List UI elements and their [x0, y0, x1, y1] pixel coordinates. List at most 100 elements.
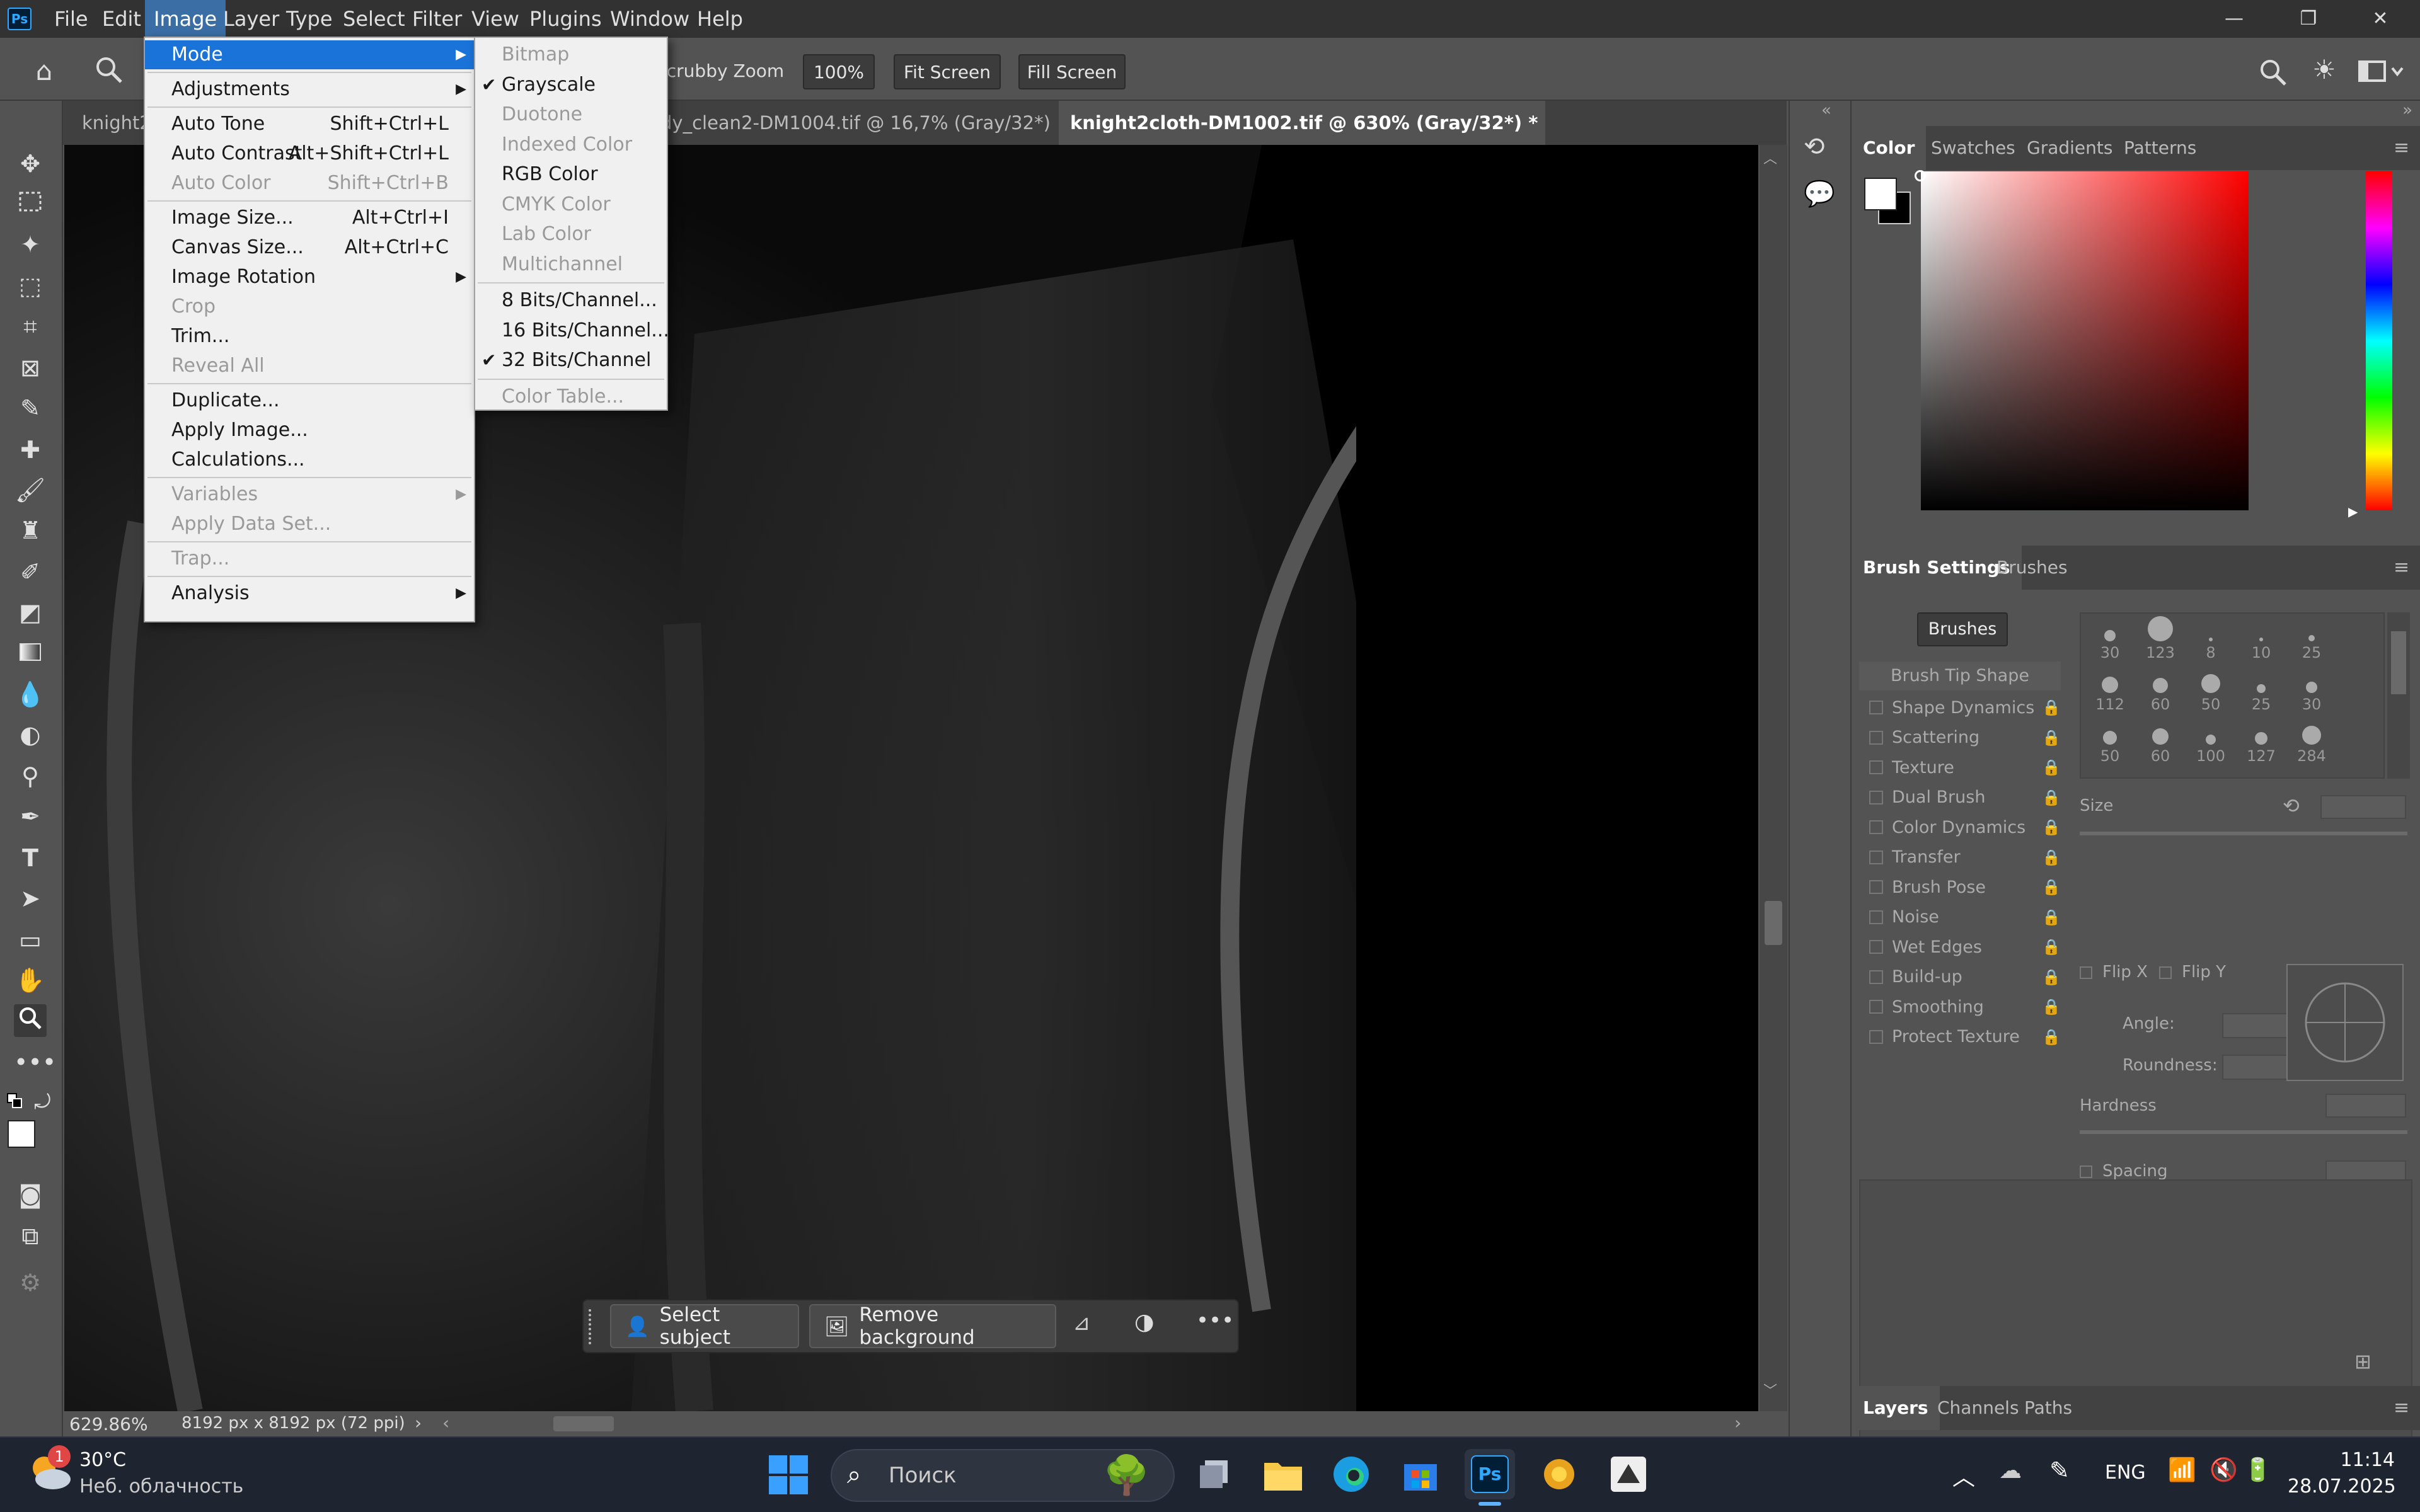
brush-preset[interactable]: 112: [2085, 668, 2135, 718]
tab-color[interactable]: Color: [1852, 126, 1927, 170]
select-subject-button[interactable]: 👤 Select subject: [610, 1303, 799, 1349]
zoom-readout[interactable]: 629.86%: [69, 1414, 148, 1435]
tab-swatches[interactable]: Swatches: [1920, 126, 2027, 170]
brush-preset[interactable]: 25: [2236, 668, 2286, 718]
app-sun-icon[interactable]: [1534, 1449, 1584, 1499]
home-icon[interactable]: ⌂: [25, 55, 63, 87]
lock-icon[interactable]: 🔒: [2042, 1028, 2061, 1046]
brush-option-checkbox[interactable]: [1869, 970, 1883, 984]
brush-option-row[interactable]: Transfer 🔒: [1859, 843, 2061, 872]
pen-input-icon[interactable]: ✎: [2049, 1457, 2070, 1484]
menu-image[interactable]: Image: [145, 0, 226, 38]
minimize-button[interactable]: —: [2199, 0, 2269, 38]
image-menu-item[interactable]: Duplicate...: [145, 386, 474, 415]
expand-panels-icon[interactable]: «: [1821, 101, 1831, 120]
brush-presets-scrollbar[interactable]: [2387, 612, 2410, 779]
brush-option-checkbox[interactable]: [1869, 820, 1883, 834]
edit-toolbar-icon[interactable]: ⚙: [14, 1266, 47, 1299]
image-menu-item[interactable]: Image Rotation ▶: [145, 263, 474, 292]
drag-handle-icon[interactable]: [589, 1309, 595, 1344]
volume-muted-icon[interactable]: 🔇: [2210, 1457, 2238, 1483]
gradient-tool-icon[interactable]: [14, 638, 47, 670]
brush-preset[interactable]: 60: [2135, 719, 2186, 770]
dodge-burn-icon[interactable]: ⚲: [14, 760, 47, 793]
brush-option-row[interactable]: Shape Dynamics 🔒: [1859, 693, 2061, 722]
brush-option-checkbox[interactable]: [1869, 760, 1883, 774]
scroll-right-icon[interactable]: ›: [1734, 1412, 1741, 1433]
tab-brushes[interactable]: Brushes: [1985, 546, 2079, 590]
status-menu-chevron-icon[interactable]: ›: [415, 1412, 422, 1433]
brush-preset[interactable]: 100: [2186, 719, 2236, 770]
brush-option-checkbox[interactable]: [1869, 850, 1883, 864]
quick-selection-icon[interactable]: ⬚: [14, 270, 47, 302]
mode-menu-item[interactable]: RGB Color: [475, 160, 667, 189]
reset-size-icon[interactable]: ⟲: [2283, 794, 2300, 818]
eraser-tool-icon[interactable]: ◩: [14, 596, 47, 629]
horizontal-scrollbar-thumb[interactable]: [553, 1416, 614, 1431]
panel-menu-icon[interactable]: ≡: [2382, 126, 2420, 170]
brush-option-row[interactable]: Noise 🔒: [1859, 903, 2061, 932]
lock-icon[interactable]: 🔒: [2042, 789, 2061, 806]
tab-paths[interactable]: Paths: [2013, 1386, 2083, 1430]
flip-x-checkbox[interactable]: [2080, 966, 2092, 979]
collapse-panels-icon[interactable]: »: [2402, 101, 2412, 120]
brush-preset[interactable]: 8: [2186, 616, 2236, 667]
menu-filter[interactable]: Filter: [403, 0, 471, 38]
more-tools-icon[interactable]: •••: [14, 1046, 56, 1079]
show-hidden-icons-chevron[interactable]: ︿: [1952, 1459, 1975, 1492]
workspace-icon[interactable]: [2357, 58, 2407, 86]
scrollbar-thumb[interactable]: [2391, 631, 2406, 694]
tab-knight2cloth[interactable]: knight2cloth-DM1002.tif @ 630% (Gray/32*…: [1059, 101, 1545, 145]
microsoft-store-icon[interactable]: [1395, 1449, 1446, 1499]
create-new-brush-icon[interactable]: ⊞: [2354, 1349, 2371, 1373]
pen-tool-icon[interactable]: ✒: [14, 800, 47, 833]
menu-view[interactable]: View: [463, 0, 528, 38]
size-slider[interactable]: [2080, 832, 2407, 835]
color-picker-handle[interactable]: [1915, 170, 1926, 181]
brush-option-checkbox[interactable]: [1869, 940, 1883, 954]
brush-option-row[interactable]: Smoothing 🔒: [1859, 992, 2061, 1021]
brush-option-row[interactable]: Wet Edges 🔒: [1859, 932, 2061, 961]
remove-background-button[interactable]: 🖼 Remove background: [809, 1303, 1056, 1349]
hardness-input[interactable]: [2325, 1094, 2406, 1118]
history-brush-icon[interactable]: ✐: [14, 556, 47, 588]
crop-tool-icon[interactable]: ⌗: [14, 310, 47, 343]
brush-preset[interactable]: 10: [2236, 616, 2286, 667]
image-menu-item[interactable]: Auto Contrast Alt+Shift+Ctrl+L: [145, 139, 474, 168]
menu-edit[interactable]: Edit: [93, 0, 150, 38]
hand-tool-icon[interactable]: ✋: [14, 964, 47, 997]
photoshop-taskbar-icon[interactable]: Ps: [1465, 1449, 1515, 1499]
fill-screen-button[interactable]: Fill Screen: [1018, 54, 1126, 89]
marquee-tool-icon[interactable]: [14, 188, 47, 220]
image-menu-item[interactable]: Apply Image...: [145, 416, 474, 445]
default-colors-icon[interactable]: [6, 1092, 25, 1111]
brush-angle-preview[interactable]: [2286, 964, 2404, 1081]
weather-description[interactable]: Неб. облачность: [79, 1475, 243, 1498]
brushes-button[interactable]: Brushes: [1917, 612, 2008, 646]
menu-select[interactable]: Select: [334, 0, 414, 38]
language-indicator[interactable]: ENG: [2105, 1462, 2146, 1484]
path-selection-icon[interactable]: ➤: [14, 882, 47, 915]
image-menu-item[interactable]: Adjustments ▶: [145, 75, 474, 104]
image-menu-item[interactable]: Canvas Size... Alt+Ctrl+C: [145, 233, 474, 262]
lock-icon[interactable]: 🔒: [2042, 849, 2061, 866]
tab-body-clean[interactable]: dy_clean2-DM1004.tif @ 16,7% (Gray/32*) …: [649, 101, 1103, 145]
cloud-sync-icon[interactable]: ☁: [1999, 1458, 2022, 1484]
color-saturation-field[interactable]: [1921, 171, 2249, 510]
file-explorer-icon[interactable]: [1258, 1449, 1308, 1499]
screen-mode-icon[interactable]: ⧉: [14, 1220, 47, 1252]
swap-colors-icon[interactable]: ⤾: [34, 1090, 51, 1114]
hue-slider[interactable]: [2366, 171, 2392, 510]
tab-patterns[interactable]: Patterns: [2112, 126, 2208, 170]
panel-menu-icon[interactable]: ≡: [2382, 1386, 2420, 1430]
scroll-up-icon[interactable]: ︿: [1763, 147, 1777, 168]
brush-option-checkbox[interactable]: [1869, 1029, 1883, 1044]
brush-option-checkbox[interactable]: [1869, 790, 1883, 805]
zoom-tool-icon[interactable]: [93, 54, 125, 86]
brush-tip-shape-item[interactable]: Brush Tip Shape: [1859, 662, 2061, 690]
brush-option-checkbox[interactable]: [1869, 880, 1883, 894]
image-menu-item[interactable]: Mode ▶: [145, 40, 474, 69]
eyedropper-tool-icon[interactable]: ✎: [14, 392, 47, 425]
clock-date[interactable]: 28.07.2025: [2288, 1475, 2396, 1498]
brush-option-checkbox[interactable]: [1869, 1000, 1883, 1014]
